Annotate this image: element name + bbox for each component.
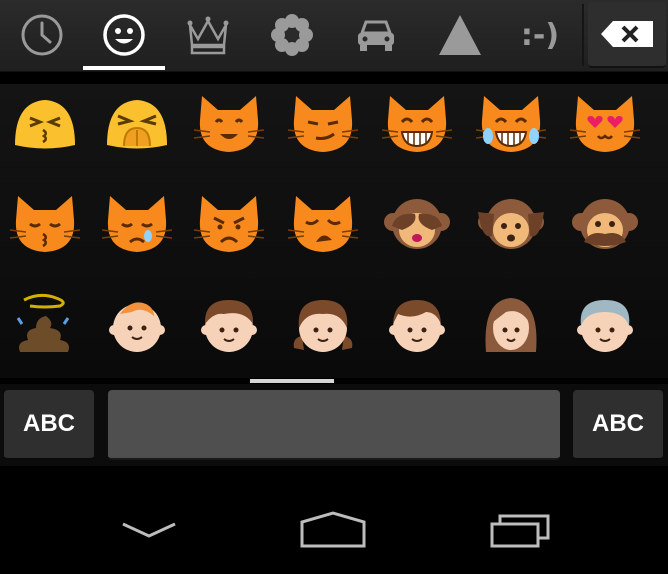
woman-icon [485, 298, 537, 352]
persevering-face-icon [107, 100, 167, 149]
back-button[interactable] [104, 500, 194, 560]
kissing-face-icon [15, 100, 75, 149]
recent-apps-icon [490, 514, 550, 548]
emoji-hear-no-evil-monkey[interactable] [466, 180, 556, 270]
abc-key-left[interactable]: ABC [4, 390, 94, 460]
home-icon [300, 511, 366, 548]
emoji-cat-with-tears-of-joy[interactable] [466, 80, 556, 170]
emoji-smirking-cat[interactable] [278, 80, 368, 170]
emoticon-text-icon: :-) [520, 17, 560, 53]
see-no-evil-monkey-icon [384, 199, 450, 249]
tab-symbols[interactable] [418, 0, 502, 70]
tab-emoticons[interactable]: :-) [498, 0, 582, 70]
recent-apps-button[interactable] [476, 500, 566, 560]
backspace-icon [601, 21, 653, 47]
emoji-crying-cat[interactable] [92, 180, 182, 270]
man-icon [389, 300, 445, 352]
tab-nature[interactable] [250, 0, 334, 70]
tab-objects[interactable] [166, 0, 250, 70]
pouting-cat-icon [194, 195, 264, 253]
weary-cat-icon [288, 195, 358, 253]
girl-icon [293, 300, 353, 352]
emoji-baby[interactable] [92, 280, 182, 370]
backspace-key[interactable] [588, 2, 666, 68]
emoji-kissing-cat[interactable] [0, 180, 90, 270]
emoji-man[interactable] [372, 280, 462, 370]
emoji-see-no-evil-monkey[interactable] [372, 180, 462, 270]
emoji-speak-no-evil-monkey[interactable] [560, 180, 650, 270]
home-button[interactable] [288, 500, 378, 560]
older-person-icon [577, 300, 633, 352]
flower-icon [271, 14, 313, 56]
baby-icon [109, 302, 165, 352]
emoji-kissing-face[interactable] [0, 80, 90, 170]
recent-icon [21, 14, 63, 56]
crying-cat-icon [102, 195, 172, 253]
tab-smileys[interactable] [82, 0, 166, 70]
cat-tears-of-joy-icon [476, 95, 546, 153]
space-key[interactable] [108, 390, 560, 460]
emoji-category-bar: :-) [0, 0, 668, 72]
emoji-grinning-cat[interactable] [372, 80, 462, 170]
tab-places[interactable] [334, 0, 418, 70]
pile-of-poo-icon [16, 293, 70, 352]
emoji-girl[interactable] [278, 280, 368, 370]
tab-divider [582, 4, 584, 66]
emoji-boy[interactable] [184, 280, 274, 370]
emoji-pile-of-poo[interactable] [0, 280, 90, 370]
emoji-older-person[interactable] [560, 280, 650, 370]
speak-no-evil-monkey-icon [572, 199, 638, 249]
hear-no-evil-monkey-icon [478, 199, 544, 249]
emoji-persevering-face[interactable] [92, 80, 182, 170]
car-icon [358, 20, 394, 51]
emoji-pouting-cat[interactable] [184, 180, 274, 270]
back-icon [122, 522, 176, 538]
kissing-cat-icon [10, 195, 80, 253]
smirking-cat-icon [288, 95, 358, 153]
triangle-icon [439, 15, 481, 55]
smiling-cat-icon [194, 95, 264, 153]
page-indicator [250, 379, 334, 383]
grinning-cat-icon [382, 95, 452, 153]
emoji-heart-eyes-cat[interactable] [560, 80, 650, 170]
tab-recent[interactable] [0, 0, 84, 70]
smiley-icon [103, 14, 145, 56]
boy-icon [201, 300, 257, 352]
emoji-smiling-cat[interactable] [184, 80, 274, 170]
emoji-weary-cat[interactable] [278, 180, 368, 270]
crown-icon [187, 16, 229, 55]
emoji-woman[interactable] [466, 280, 556, 370]
abc-key-right[interactable]: ABC [573, 390, 663, 460]
heart-eyes-cat-icon [570, 95, 640, 153]
